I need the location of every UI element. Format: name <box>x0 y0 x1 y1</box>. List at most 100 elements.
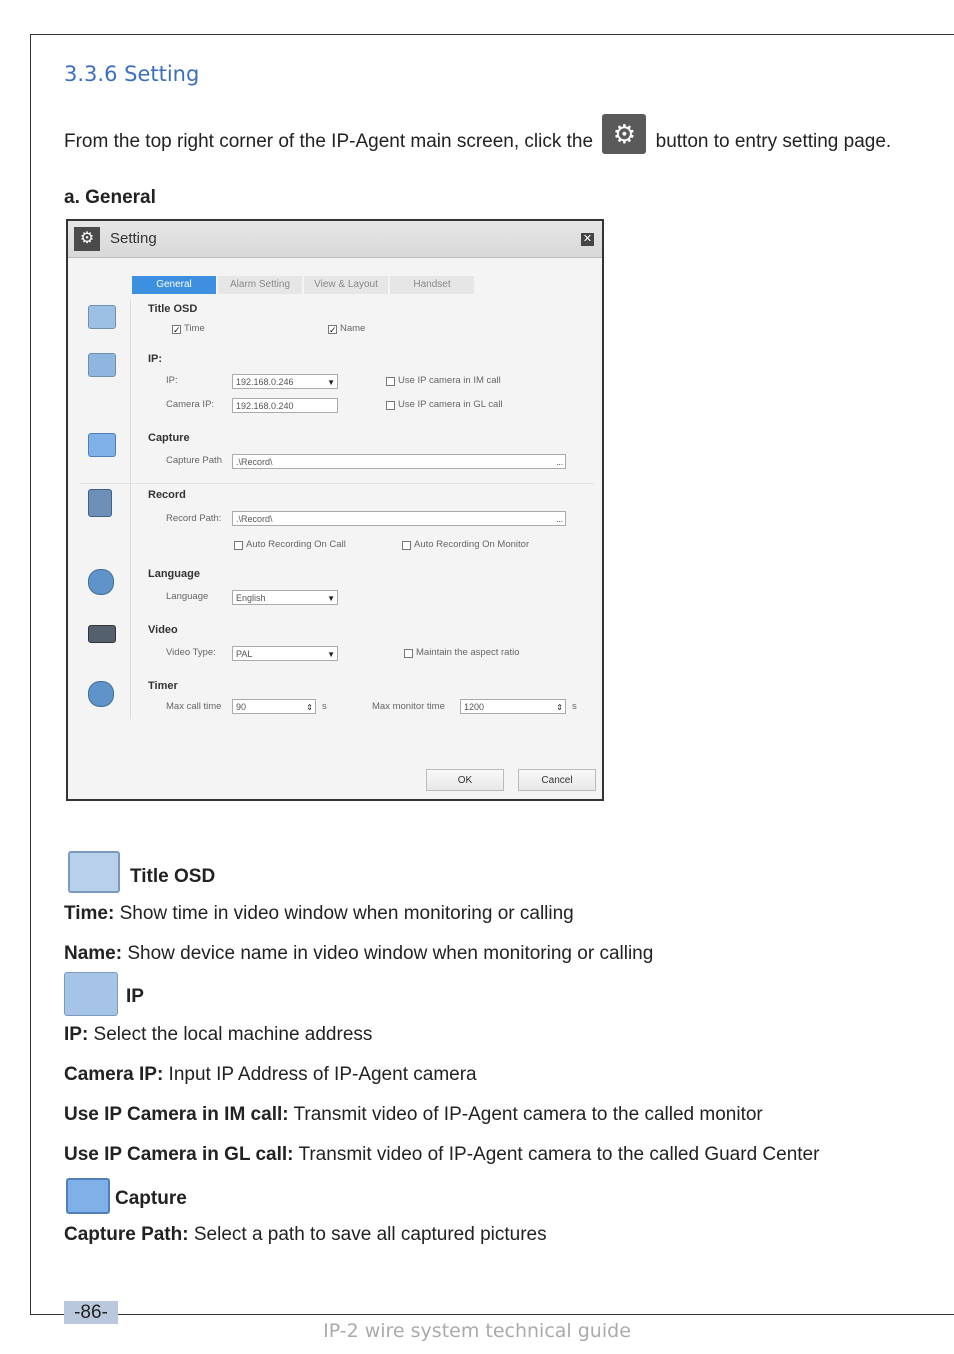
subheading-general: a. General <box>64 187 156 208</box>
desc-time: Time: Show time in video window when mon… <box>64 903 574 925</box>
timer-section-label: Timer <box>148 680 178 692</box>
language-field-label: Language <box>166 591 209 602</box>
desc-text: Transmit video of IP-Agent camera to the… <box>288 1104 763 1125</box>
setting-dialog: ⚙ Setting ✕ General Alarm Setting View &… <box>66 219 604 801</box>
ip-field-label: IP: <box>166 375 178 386</box>
desc-term: IP: <box>64 1024 89 1045</box>
capture-section-label: Capture <box>148 432 190 444</box>
dialog-gear-icon: ⚙ <box>74 227 100 251</box>
close-icon[interactable]: ✕ <box>581 233 594 246</box>
max-monitor-unit: s <box>572 701 577 712</box>
ip-heading: IP <box>126 986 144 1007</box>
dialog-divider <box>130 299 131 719</box>
language-section-label: Language <box>148 568 200 580</box>
time-checkbox[interactable]: ✓ <box>172 325 181 335</box>
video-type-value: PAL <box>236 649 253 659</box>
record-path-input[interactable]: .\Record\... <box>232 511 566 526</box>
max-monitor-value: 1200 <box>464 702 485 712</box>
ip-section-label: IP: <box>148 353 163 365</box>
desc-text: Select a path to save all captured pictu… <box>188 1224 547 1245</box>
cancel-button[interactable]: Cancel <box>518 769 596 791</box>
section-separator <box>80 483 594 484</box>
desc-use-im: Use IP Camera in IM call: Transmit video… <box>64 1104 763 1126</box>
chevron-down-icon: ▼ <box>327 594 335 603</box>
ip-select-value: 192.168.0.246 <box>236 377 294 387</box>
capture-path-input[interactable]: .\Record\... <box>232 454 566 469</box>
title-osd-label: Title OSD <box>148 303 198 315</box>
video-camera-icon <box>88 625 116 643</box>
name-checkbox-label: Name <box>340 323 366 334</box>
desc-term: Name: <box>64 943 123 964</box>
auto-record-monitor-checkbox[interactable] <box>402 541 411 550</box>
chevron-down-icon: ▼ <box>327 650 335 659</box>
footer-text: IP-2 wire system technical guide <box>323 1320 631 1342</box>
tab-handset[interactable]: Handset <box>390 276 474 294</box>
tab-view-layout[interactable]: View & Layout <box>304 276 388 294</box>
intro-text-before: From the top right corner of the IP-Agen… <box>64 131 594 153</box>
max-call-value: 90 <box>236 702 247 712</box>
camera-icon <box>88 433 116 457</box>
use-gl-checkbox[interactable] <box>386 401 395 410</box>
auto-record-monitor-label: Auto Recording On Monitor <box>414 539 530 550</box>
globe-icon <box>88 569 114 595</box>
ip-select[interactable]: 192.168.0.246 ▼ <box>232 374 338 389</box>
name-checkbox[interactable]: ✓ <box>328 325 337 335</box>
video-type-select[interactable]: PAL ▼ <box>232 646 338 661</box>
stepper-arrows-icon[interactable]: ⇕ <box>306 700 313 715</box>
browse-capture-button[interactable]: ... <box>556 455 563 470</box>
film-icon <box>88 489 112 517</box>
max-monitor-label: Max monitor time <box>372 701 445 712</box>
desc-camera-ip: Camera IP: Input IP Address of IP-Agent … <box>64 1064 477 1086</box>
network-icon <box>88 353 116 377</box>
language-select-value: English <box>236 593 266 603</box>
dialog-title: Setting <box>110 230 157 247</box>
title-osd-heading: Title OSD <box>130 866 216 887</box>
intro-text-after: button to entry setting page. <box>655 131 892 153</box>
desc-text: Input IP Address of IP-Agent camera <box>163 1064 477 1085</box>
desc-term: Use IP Camera in GL call: <box>64 1144 294 1165</box>
auto-record-call-checkbox[interactable] <box>234 541 243 550</box>
monitor-icon <box>68 851 120 893</box>
desc-ip: IP: Select the local machine address <box>64 1024 372 1046</box>
capture-heading: Capture <box>115 1188 187 1209</box>
desc-use-gl: Use IP Camera in GL call: Transmit video… <box>64 1144 819 1166</box>
aspect-ratio-label: Maintain the aspect ratio <box>416 647 520 658</box>
desc-term: Camera IP: <box>64 1064 164 1085</box>
dialog-titlebar: ⚙ Setting ✕ <box>68 221 602 258</box>
browse-record-button[interactable]: ... <box>556 512 563 527</box>
max-call-stepper[interactable]: 90 ⇕ <box>232 699 316 714</box>
ok-button[interactable]: OK <box>426 769 504 791</box>
desc-text: Transmit video of IP-Agent camera to the… <box>293 1144 820 1165</box>
desc-capture-path: Capture Path: Select a path to save all … <box>64 1224 547 1246</box>
desc-text: Show device name in video window when mo… <box>122 943 654 964</box>
video-section-label: Video <box>148 624 178 636</box>
desc-text: Show time in video window when monitorin… <box>114 903 574 924</box>
use-im-checkbox[interactable] <box>386 377 395 386</box>
time-checkbox-label: Time <box>184 323 205 334</box>
section-heading: 3.3.6 Setting <box>64 62 200 86</box>
intro-paragraph: From the top right corner of the IP-Agen… <box>64 114 904 162</box>
tab-alarm-setting[interactable]: Alarm Setting <box>218 276 302 294</box>
camera-icon <box>66 1178 110 1214</box>
gear-icon: ⚙ <box>602 114 647 154</box>
record-section-label: Record <box>148 489 186 501</box>
aspect-ratio-checkbox[interactable] <box>404 649 413 658</box>
max-call-unit: s <box>322 701 327 712</box>
stepper-arrows-icon[interactable]: ⇕ <box>556 700 563 715</box>
use-gl-label: Use IP camera in GL call <box>398 399 503 410</box>
capture-path-value: .\Record\ <box>236 457 273 467</box>
max-call-label: Max call time <box>166 701 222 712</box>
network-icon <box>64 972 118 1016</box>
page-frame-left <box>30 34 31 1315</box>
max-monitor-stepper[interactable]: 1200 ⇕ <box>460 699 566 714</box>
page-frame-bottom <box>30 1314 954 1315</box>
auto-record-call-label: Auto Recording On Call <box>246 539 346 550</box>
monitor-icon <box>88 305 116 329</box>
camera-ip-input[interactable]: 192.168.0.240 <box>232 398 338 413</box>
camera-ip-label: Camera IP: <box>166 399 215 410</box>
desc-text: Select the local machine address <box>88 1024 373 1045</box>
record-path-value: .\Record\ <box>236 514 273 524</box>
tab-general[interactable]: General <box>132 276 216 294</box>
language-select[interactable]: English ▼ <box>232 590 338 605</box>
video-type-label: Video Type: <box>166 647 216 658</box>
